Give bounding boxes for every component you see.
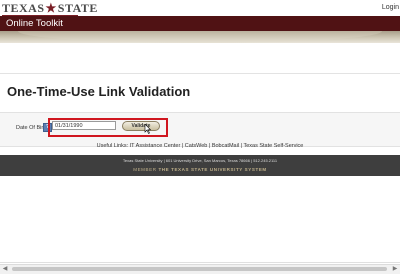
top-header: TEXAS ★ STATE Login bbox=[0, 0, 400, 16]
content-divider bbox=[0, 73, 400, 74]
member-system[interactable]: THE TEXAS STATE UNIVERSITY SYSTEM bbox=[158, 167, 266, 172]
link-separator: | bbox=[181, 143, 184, 149]
login-link[interactable]: Login bbox=[382, 4, 399, 11]
footer-address: Texas State University | 601 University … bbox=[122, 158, 278, 163]
dob-input[interactable] bbox=[52, 121, 116, 130]
arrow-left-icon[interactable]: ◀ bbox=[1, 266, 9, 273]
footer-member-line: MEMBER THE TEXAS STATE UNIVERSITY SYSTEM bbox=[0, 167, 400, 172]
title-bar: Online Toolkit bbox=[0, 16, 400, 31]
logo-text-state: STATE bbox=[57, 0, 98, 15]
link-self-service[interactable]: Texas State Self-Service bbox=[243, 143, 303, 149]
page-title: One-Time-Use Link Validation bbox=[7, 84, 191, 99]
star-icon: ★ bbox=[45, 0, 57, 15]
scrollbar-thumb[interactable] bbox=[12, 267, 387, 271]
footer: Texas State University | 601 University … bbox=[0, 155, 400, 176]
app-title: Online Toolkit bbox=[6, 18, 63, 29]
logo-text-texas: TEXAS bbox=[2, 0, 45, 15]
link-it-assistance-center[interactable]: IT Assistance Center bbox=[130, 143, 181, 149]
banner-curve bbox=[18, 31, 382, 43]
link-separator: | bbox=[240, 143, 243, 149]
link-catsweb[interactable]: CatsWeb bbox=[185, 143, 208, 149]
link-bobcatmail[interactable]: BobcatMail bbox=[212, 143, 239, 149]
cursor-icon bbox=[144, 124, 152, 134]
arrow-right-icon[interactable]: ▶ bbox=[391, 266, 399, 273]
validate-button[interactable]: Validate bbox=[122, 121, 160, 131]
useful-links: Useful Links: IT Assistance Center | Cat… bbox=[0, 143, 400, 149]
member-prefix: MEMBER bbox=[133, 167, 157, 172]
useful-links-prefix: Useful Links: bbox=[96, 143, 129, 149]
texas-state-logo[interactable]: TEXAS ★ STATE bbox=[2, 1, 98, 15]
gold-banner bbox=[0, 31, 400, 43]
link-separator: | bbox=[208, 143, 211, 149]
window-divider bbox=[0, 262, 400, 263]
